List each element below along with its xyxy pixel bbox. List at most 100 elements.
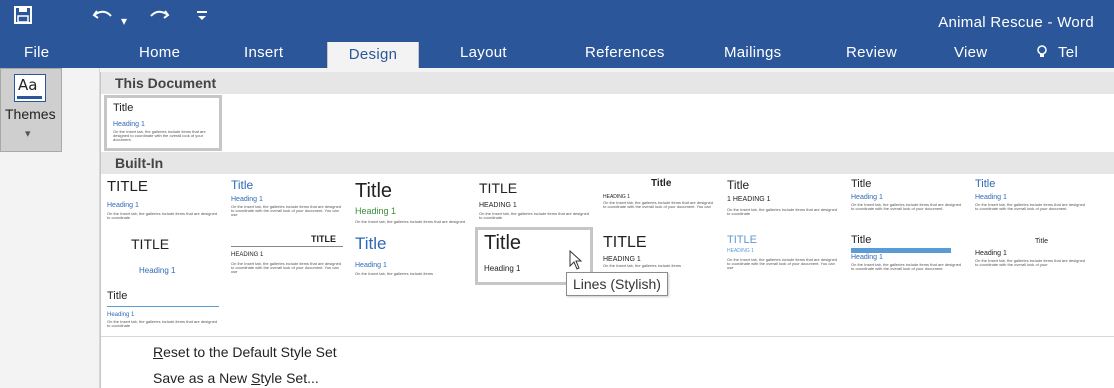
- tab-review[interactable]: Review: [846, 38, 897, 68]
- style-title: Title: [1035, 238, 1048, 245]
- themes-icon: Aa: [14, 74, 46, 102]
- style-title: Title: [651, 178, 672, 189]
- title-bar: ▾ Animal Rescue - Word: [0, 0, 1114, 38]
- style-set-item[interactable]: Title HEADING 1 On the Insert tab, the g…: [603, 176, 715, 228]
- section-header-builtin: Built-In: [101, 152, 1114, 174]
- style-heading: Heading 1: [355, 206, 397, 216]
- style-heading: 1 HEADING 1: [727, 196, 771, 203]
- reset-style-set-menu-item[interactable]: Reset to the Default Style Set: [153, 344, 337, 360]
- style-body: On the Insert tab, the galleries include…: [355, 272, 434, 276]
- menu-text: eset to the Default Style Set: [163, 344, 337, 360]
- style-body: On the Insert tab, the galleries include…: [479, 212, 590, 220]
- menu-text: Save as a New: [153, 370, 252, 386]
- style-body: On the Insert tab, the galleries include…: [727, 208, 838, 216]
- style-heading: Heading 1: [975, 194, 1007, 201]
- menu-divider: [101, 336, 1114, 337]
- style-title: Title: [727, 178, 750, 192]
- menu-text: tyle Set...: [260, 370, 319, 386]
- style-body: On the Insert tab, the galleries include…: [107, 320, 218, 328]
- style-title: Title: [484, 232, 522, 254]
- ribbon-tab-bar: File Home Insert Design Layout Reference…: [0, 38, 1114, 68]
- menu-accelerator: R: [153, 344, 164, 360]
- style-body: On the Insert tab, the galleries include…: [975, 203, 1086, 211]
- style-title: Title: [355, 234, 387, 253]
- style-title: TITLE: [603, 234, 647, 251]
- tab-home[interactable]: Home: [139, 38, 180, 68]
- tab-design[interactable]: Design: [327, 42, 419, 68]
- themes-icon-text: Aa: [18, 76, 38, 94]
- style-set-item[interactable]: TITLE Heading 1: [107, 232, 219, 284]
- style-set-item[interactable]: TITLE HEADING 1 On the Insert tab, the g…: [479, 176, 591, 228]
- tab-references[interactable]: References: [585, 38, 665, 68]
- style-set-item[interactable]: Title Heading 1 On the Insert tab, the g…: [975, 176, 1087, 228]
- style-title: TITLE: [311, 234, 336, 244]
- rule-line: [107, 306, 219, 309]
- style-body: On the Insert tab, the galleries include…: [603, 201, 714, 209]
- style-body: On the Insert tab, the galleries include…: [603, 264, 682, 268]
- section-header-this-document: This Document: [101, 72, 1114, 94]
- style-title: TITLE: [131, 236, 170, 252]
- redo-icon[interactable]: [148, 6, 170, 30]
- style-title: Title: [107, 290, 128, 302]
- tab-insert[interactable]: Insert: [244, 38, 283, 68]
- style-set-item[interactable]: Title Heading 1 On the Insert tab, the g…: [355, 232, 467, 284]
- mouse-pointer-icon: [569, 250, 583, 270]
- style-set-item[interactable]: Title Heading 1 On the Insert tab, the g…: [851, 232, 963, 284]
- style-title: Title: [975, 178, 996, 190]
- tab-tell-me[interactable]: Tel: [1058, 38, 1078, 68]
- style-set-item[interactable]: Title 1 HEADING 1 On the Insert tab, the…: [727, 176, 839, 228]
- style-body: On the Insert tab, the galleries include…: [975, 259, 1086, 267]
- style-title: TITLE: [727, 234, 757, 246]
- style-body: On the Insert tab, the galleries include…: [851, 263, 962, 271]
- style-heading: Heading 1: [231, 196, 263, 203]
- style-set-item[interactable]: Title Heading 1 On the Insert tab, the g…: [231, 176, 343, 228]
- style-body: On the Insert tab, the galleries include…: [113, 130, 206, 142]
- style-body: On the Insert tab, the galleries include…: [231, 262, 342, 274]
- style-body: On the Insert tab, the galleries include…: [727, 258, 838, 270]
- tab-layout[interactable]: Layout: [460, 38, 507, 68]
- save-style-set-menu-item[interactable]: Save as a New Style Set...: [153, 370, 319, 386]
- style-heading: Heading 1: [484, 264, 521, 273]
- save-icon[interactable]: [14, 6, 32, 30]
- tab-view[interactable]: View: [954, 38, 987, 68]
- style-set-item[interactable]: TITLE HEADING 1 On the Insert tab, the g…: [727, 232, 839, 284]
- style-set-item[interactable]: TITLE HEADING 1 On the Insert tab, the g…: [231, 232, 343, 284]
- window-title: Animal Rescue - Word: [938, 14, 1094, 31]
- rule-line: [231, 246, 343, 249]
- style-set-gallery: This Document Title Heading 1 On the Ins…: [100, 72, 1114, 388]
- style-body: On the Insert tab, the galleries include…: [107, 212, 218, 220]
- style-set-this-document[interactable]: Title Heading 1 On the Insert tab, the g…: [104, 95, 222, 151]
- style-body: On the Insert tab, the galleries include…: [851, 203, 962, 211]
- undo-dropdown-icon[interactable]: ▾: [121, 9, 127, 33]
- style-heading: Heading 1: [355, 262, 387, 269]
- style-body: On the Insert tab, the galleries include…: [355, 220, 466, 224]
- style-heading: Heading 1: [113, 121, 145, 128]
- style-set-item[interactable]: Title Heading 1 On the Insert tab, the g…: [851, 176, 963, 228]
- themes-icon-bar: [17, 96, 42, 99]
- tell-me-icon[interactable]: [1036, 38, 1048, 68]
- style-heading: HEADING 1: [603, 194, 630, 200]
- style-heading: Heading 1: [975, 250, 1007, 257]
- style-heading: HEADING 1: [231, 252, 264, 258]
- style-set-item[interactable]: Title Heading 1 On the Insert tab, the g…: [355, 176, 467, 228]
- tab-mailings[interactable]: Mailings: [724, 38, 781, 68]
- style-title: Title: [851, 178, 872, 190]
- undo-icon[interactable]: [92, 6, 114, 30]
- menu-accelerator: S: [251, 370, 261, 386]
- style-heading: Heading 1: [851, 194, 883, 201]
- style-set-item[interactable]: Title Heading 1 On the Insert tab, the g…: [975, 232, 1087, 284]
- style-title: Title: [113, 102, 134, 114]
- customize-qat-icon[interactable]: [196, 6, 208, 30]
- style-heading: Heading 1: [851, 254, 883, 261]
- style-title: Title: [355, 180, 393, 202]
- style-heading: HEADING 1: [479, 202, 517, 209]
- style-heading: Heading 1: [139, 266, 176, 275]
- themes-label: Themes: [5, 106, 56, 122]
- tab-file[interactable]: File: [24, 38, 49, 68]
- style-set-item[interactable]: TITLE Heading 1 On the Insert tab, the g…: [107, 176, 219, 228]
- themes-button[interactable]: Aa Themes ▾: [0, 68, 62, 152]
- tooltip: Lines (Stylish): [566, 272, 668, 296]
- style-set-item[interactable]: Title Heading 1 On the Insert tab, the g…: [107, 288, 219, 332]
- accent-bar: [851, 248, 951, 253]
- style-body: On the Insert tab, the galleries include…: [231, 205, 342, 217]
